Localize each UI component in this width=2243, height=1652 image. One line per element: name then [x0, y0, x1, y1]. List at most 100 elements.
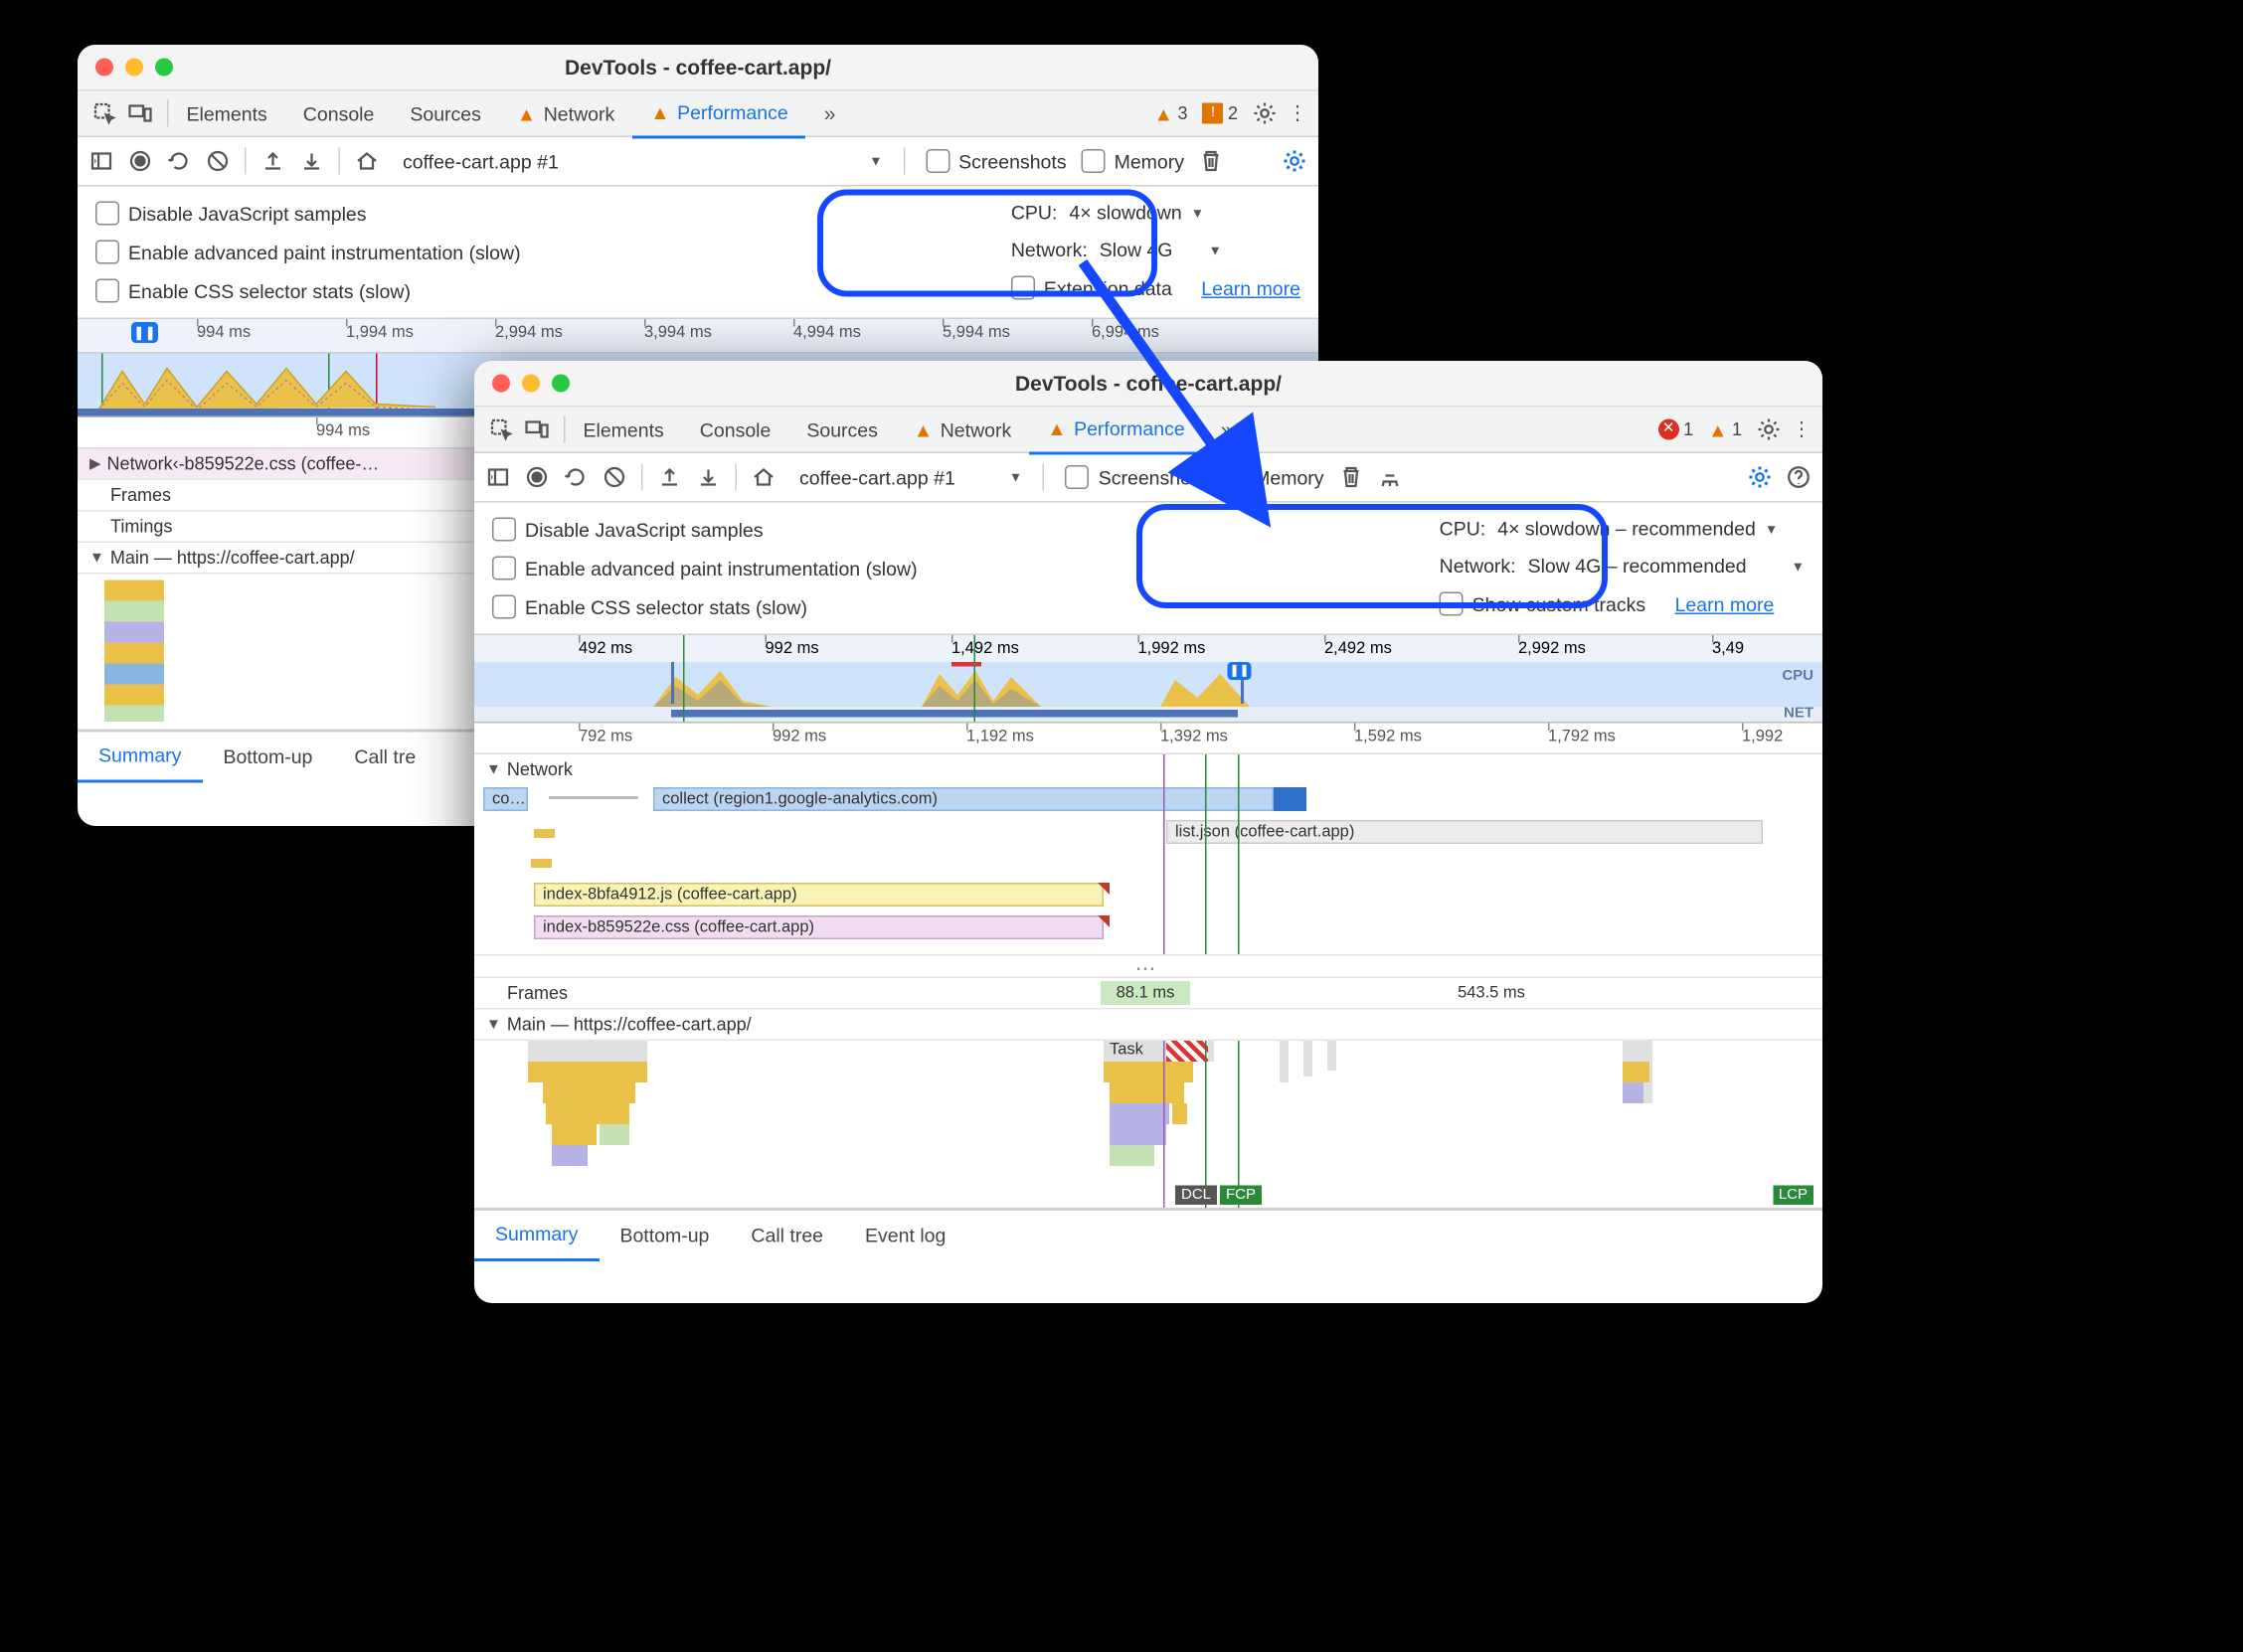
- panel-settings-icon[interactable]: [1283, 149, 1306, 173]
- tab-performance[interactable]: ▲Performance: [632, 90, 805, 138]
- device-icon[interactable]: [525, 417, 549, 441]
- css-stats-checkbox[interactable]: Enable CSS selector stats (slow): [95, 279, 521, 303]
- disclose-icon[interactable]: ▶: [89, 455, 101, 472]
- tab-sources[interactable]: Sources: [392, 91, 499, 136]
- disable-js-checkbox[interactable]: Disable JavaScript samples: [95, 202, 521, 226]
- inspect-icon[interactable]: [489, 417, 513, 441]
- learn-more-link[interactable]: Learn more: [1675, 592, 1775, 615]
- flame-chart[interactable]: Task DCL FCP LCP: [474, 1041, 1822, 1210]
- tab-eventlog[interactable]: Event log: [844, 1211, 966, 1258]
- network-item[interactable]: collect (region1.google-analytics.com): [653, 787, 1274, 811]
- tab-console[interactable]: Console: [682, 408, 789, 452]
- tab-network[interactable]: ▲Network: [499, 91, 632, 136]
- detail-ruler[interactable]: 792 ms 992 ms 1,192 ms 1,392 ms 1,592 ms…: [474, 724, 1822, 755]
- kebab-icon[interactable]: ⋮: [1286, 101, 1309, 125]
- warnings-triangle[interactable]: ▲1: [1708, 418, 1742, 441]
- session-dropdown-icon[interactable]: ▼: [1009, 470, 1022, 485]
- trash-icon[interactable]: [1339, 465, 1363, 489]
- zoom-icon[interactable]: [552, 375, 570, 393]
- tab-bottomup[interactable]: Bottom-up: [599, 1211, 730, 1258]
- upload-icon[interactable]: [658, 465, 682, 489]
- record-icon[interactable]: [128, 149, 152, 173]
- toggle-panel-icon[interactable]: [486, 465, 510, 489]
- extension-data-checkbox[interactable]: Extension data: [1011, 276, 1172, 300]
- tab-elements[interactable]: Elements: [169, 91, 285, 136]
- tab-summary[interactable]: Summary: [78, 732, 202, 782]
- screenshots-checkbox[interactable]: Screenshots: [1066, 465, 1206, 489]
- device-icon[interactable]: [128, 101, 152, 125]
- settings-icon[interactable]: [1757, 417, 1781, 441]
- session-select[interactable]: coffee-cart.app #1: [790, 463, 964, 492]
- network-throttle[interactable]: Network:Slow 4G – recommended▼: [1440, 555, 1805, 578]
- session-select[interactable]: coffee-cart.app #1: [394, 147, 568, 176]
- cpu-throttle[interactable]: CPU:4× slowdown – recommended▼: [1440, 518, 1805, 541]
- pause-icon[interactable]: ❚❚: [131, 322, 158, 343]
- track-divider[interactable]: ⋯: [474, 956, 1822, 979]
- paint-instr-checkbox[interactable]: Enable advanced paint instrumentation (s…: [95, 241, 521, 264]
- tab-summary[interactable]: Summary: [474, 1210, 599, 1260]
- reload-icon[interactable]: [167, 149, 191, 173]
- tab-calltree[interactable]: Call tre: [333, 733, 436, 780]
- shortcuts-icon[interactable]: [1378, 465, 1402, 489]
- close-icon[interactable]: [492, 375, 510, 393]
- tab-elements[interactable]: Elements: [566, 408, 682, 452]
- tab-network[interactable]: ▲Network: [896, 408, 1029, 452]
- tab-performance[interactable]: ▲Performance: [1029, 407, 1202, 454]
- paint-instr-checkbox[interactable]: Enable advanced paint instrumentation (s…: [492, 557, 918, 580]
- custom-tracks-checkbox[interactable]: Show custom tracks: [1440, 592, 1645, 616]
- disclose-icon[interactable]: ▼: [89, 550, 104, 567]
- frame-item[interactable]: 88.1 ms: [1101, 981, 1190, 1005]
- session-dropdown-icon[interactable]: ▼: [869, 154, 882, 169]
- download-icon[interactable]: [300, 149, 324, 173]
- clear-icon[interactable]: [603, 465, 626, 489]
- overview-ruler[interactable]: ❚❚ 994 ms 1,994 ms 2,994 ms 3,994 ms 4,9…: [78, 319, 1318, 354]
- tab-console[interactable]: Console: [285, 91, 393, 136]
- overview-pane[interactable]: ❚❚ 492 ms 992 ms 1,492 ms 1,992 ms 2,492…: [474, 635, 1822, 724]
- more-tabs[interactable]: »: [1203, 408, 1251, 452]
- disclose-icon[interactable]: ▼: [486, 1016, 501, 1033]
- frames-track[interactable]: Frames 88.1 ms 543.5 ms: [474, 978, 1822, 1010]
- upload-icon[interactable]: [261, 149, 285, 173]
- tab-calltree[interactable]: Call tree: [730, 1211, 844, 1258]
- reload-icon[interactable]: [564, 465, 588, 489]
- network-item[interactable]: list.json (coffee-cart.app): [1166, 820, 1763, 844]
- network-track[interactable]: ▼Network co… collect (region1.google-ana…: [474, 754, 1822, 956]
- record-icon[interactable]: [525, 465, 549, 489]
- memory-checkbox[interactable]: Memory: [1082, 149, 1184, 173]
- network-item[interactable]: index-b859522e.css (coffee-cart.app): [534, 915, 1104, 939]
- tab-sources[interactable]: Sources: [788, 408, 896, 452]
- capture-options: Disable JavaScript samples Enable advanc…: [78, 187, 1318, 320]
- zoom-icon[interactable]: [155, 59, 173, 77]
- learn-more-link[interactable]: Learn more: [1201, 276, 1300, 299]
- kebab-icon[interactable]: ⋮: [1790, 417, 1813, 441]
- inspect-icon[interactable]: [92, 101, 116, 125]
- home-icon[interactable]: [752, 465, 776, 489]
- trash-icon[interactable]: [1199, 149, 1223, 173]
- close-icon[interactable]: [95, 59, 113, 77]
- network-throttle[interactable]: Network:Slow 4G▼: [1011, 239, 1300, 261]
- toggle-panel-icon[interactable]: [89, 149, 113, 173]
- network-item[interactable]: co…: [483, 787, 528, 811]
- main-track[interactable]: ▼Main — https://coffee-cart.app/: [474, 1010, 1822, 1042]
- screenshots-checkbox[interactable]: Screenshots: [926, 149, 1066, 173]
- errors-badge[interactable]: ✕1: [1658, 419, 1694, 440]
- css-stats-checkbox[interactable]: Enable CSS selector stats (slow): [492, 595, 918, 619]
- clear-icon[interactable]: [206, 149, 230, 173]
- home-icon[interactable]: [355, 149, 379, 173]
- minimize-icon[interactable]: [522, 375, 540, 393]
- help-icon[interactable]: [1787, 465, 1811, 489]
- minimize-icon[interactable]: [125, 59, 143, 77]
- download-icon[interactable]: [697, 465, 721, 489]
- network-item[interactable]: index-8bfa4912.js (coffee-cart.app): [534, 883, 1104, 907]
- more-tabs[interactable]: »: [806, 91, 854, 136]
- warnings-box[interactable]: !2: [1202, 103, 1238, 124]
- panel-settings-icon[interactable]: [1748, 465, 1772, 489]
- frame-item[interactable]: 543.5 ms: [1193, 981, 1790, 1005]
- settings-icon[interactable]: [1253, 101, 1277, 125]
- disable-js-checkbox[interactable]: Disable JavaScript samples: [492, 518, 918, 542]
- cpu-throttle[interactable]: CPU:4× slowdown▼: [1011, 202, 1300, 225]
- tab-bottomup[interactable]: Bottom-up: [202, 733, 333, 780]
- warnings-triangle[interactable]: ▲3: [1154, 102, 1188, 125]
- memory-checkbox[interactable]: Memory: [1221, 465, 1323, 489]
- disclose-icon[interactable]: ▼: [486, 761, 501, 778]
